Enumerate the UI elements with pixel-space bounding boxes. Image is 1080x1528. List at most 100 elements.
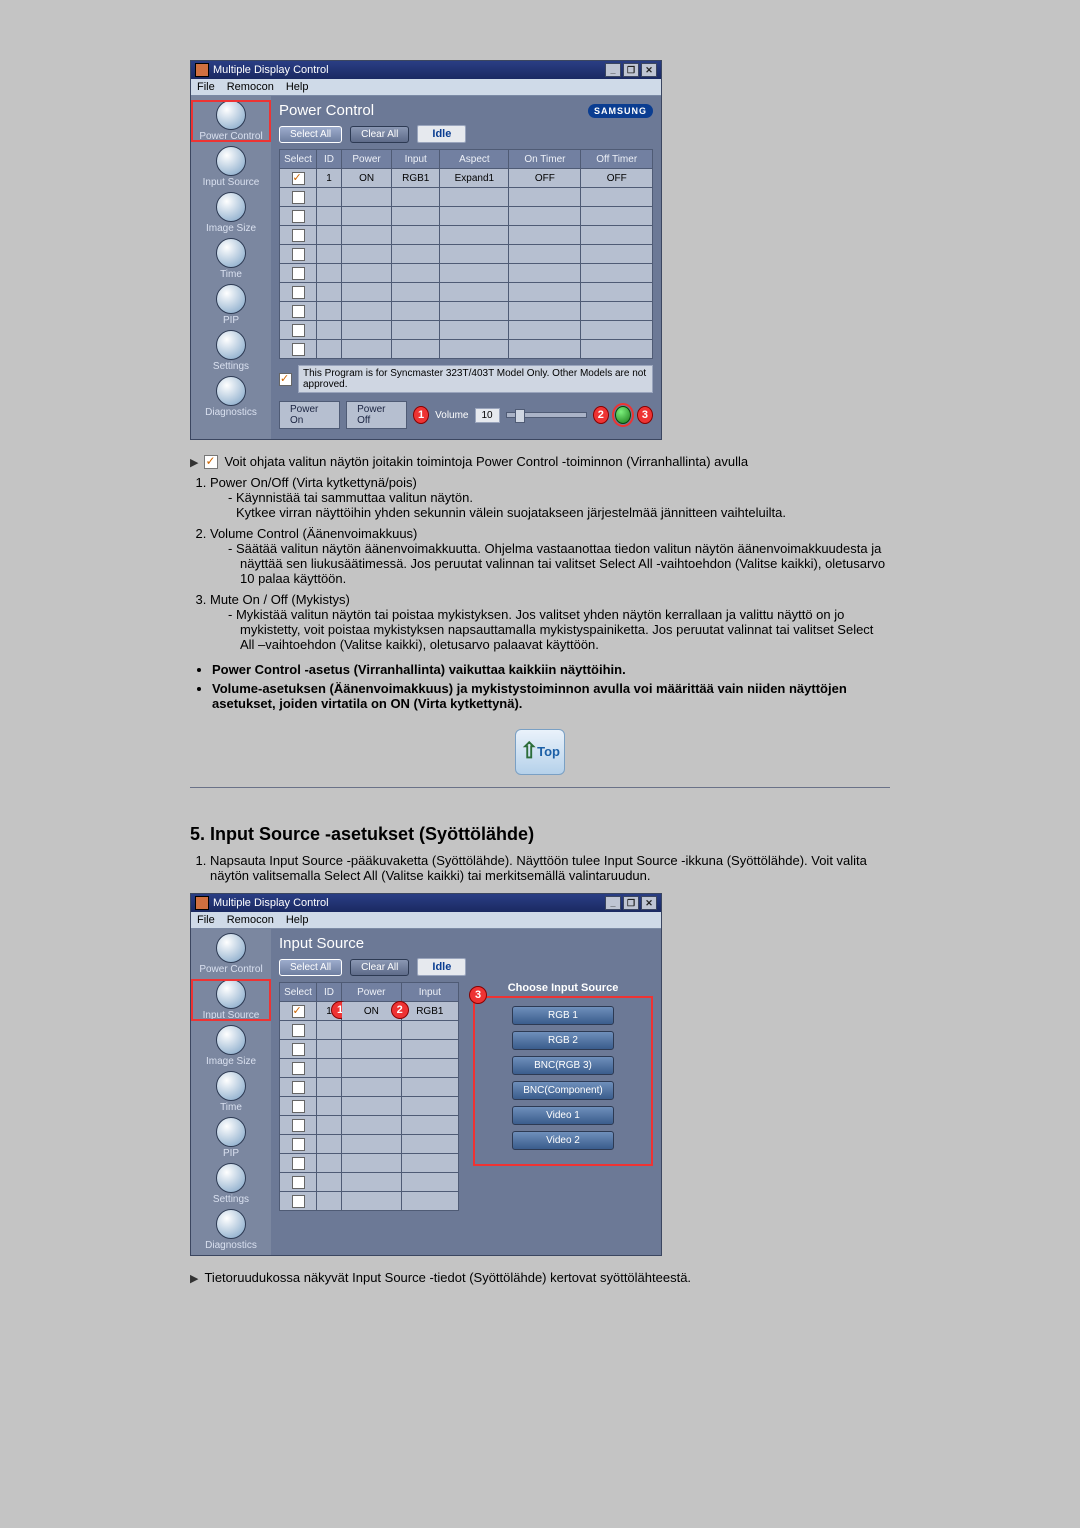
table-row[interactable] [280, 1192, 459, 1211]
bottom-bar: Power On Power Off 1 Volume 10 2 3 [279, 401, 653, 429]
close-button[interactable]: ✕ [641, 63, 657, 77]
clear-all-button[interactable]: Clear All [350, 126, 409, 143]
table-row[interactable] [280, 1173, 459, 1192]
table-row[interactable] [280, 245, 653, 264]
row-select-checkbox[interactable] [292, 1138, 305, 1151]
row-select-checkbox[interactable] [292, 1100, 305, 1113]
row-select-checkbox[interactable] [292, 1119, 305, 1132]
table-row[interactable] [280, 188, 653, 207]
pip-icon [216, 284, 246, 314]
sidebar-item-power-control[interactable]: Power Control [191, 933, 271, 975]
col-power: Power [342, 983, 402, 1002]
table-row[interactable] [280, 1040, 459, 1059]
input-source-rgb1[interactable]: RGB 1 [512, 1006, 614, 1025]
row-select-checkbox[interactable] [292, 1005, 305, 1018]
menubar: File Remocon Help [191, 79, 661, 96]
table-row[interactable] [280, 1021, 459, 1040]
maximize-button[interactable]: ❐ [623, 896, 639, 910]
time-icon [216, 238, 246, 268]
row-select-checkbox[interactable] [292, 286, 305, 299]
table-row[interactable] [280, 1078, 459, 1097]
main-pane: Power Control SAMSUNG Select All Clear A… [271, 96, 661, 439]
power-off-button[interactable]: Power Off [346, 401, 407, 429]
sidebar-item-input-source[interactable]: Input Source [191, 979, 271, 1021]
row-select-checkbox[interactable] [292, 1062, 305, 1075]
row-select-checkbox[interactable] [292, 229, 305, 242]
row-select-checkbox[interactable] [292, 1043, 305, 1056]
table-row[interactable] [280, 302, 653, 321]
table-row[interactable] [280, 264, 653, 283]
sidebar-item-pip[interactable]: PIP [191, 284, 271, 326]
brand-logo: SAMSUNG [588, 104, 653, 118]
row-select-checkbox[interactable] [292, 305, 305, 318]
table-row[interactable] [280, 207, 653, 226]
menu-file[interactable]: File [197, 81, 215, 93]
table-row[interactable] [280, 1154, 459, 1173]
menu-help[interactable]: Help [286, 81, 309, 93]
table-row[interactable] [280, 1135, 459, 1154]
sidebar-item-image-size[interactable]: Image Size [191, 192, 271, 234]
minimize-button[interactable]: _ [605, 63, 621, 77]
close-button[interactable]: ✕ [641, 896, 657, 910]
volume-slider[interactable] [506, 412, 587, 418]
menu-file[interactable]: File [197, 914, 215, 926]
row-select-checkbox[interactable] [292, 191, 305, 204]
menu-remocon[interactable]: Remocon [227, 914, 274, 926]
sidebar-item-image-size[interactable]: Image Size [191, 1025, 271, 1067]
input-source-video2[interactable]: Video 2 [512, 1131, 614, 1150]
select-all-button[interactable]: Select All [279, 959, 342, 976]
mute-button[interactable] [615, 406, 631, 424]
row-select-checkbox[interactable] [292, 210, 305, 223]
sidebar-item-settings[interactable]: Settings [191, 330, 271, 372]
input-source-video1[interactable]: Video 1 [512, 1106, 614, 1125]
row-select-checkbox[interactable] [292, 343, 305, 356]
menu-help[interactable]: Help [286, 914, 309, 926]
sidebar-item-settings[interactable]: Settings [191, 1163, 271, 1205]
col-aspect: Aspect [440, 150, 509, 169]
row-select-checkbox[interactable] [292, 1195, 305, 1208]
sidebar-item-diagnostics[interactable]: Diagnostics [191, 376, 271, 418]
input-source-bnc-component[interactable]: BNC(Component) [512, 1081, 614, 1100]
input-source-rgb2[interactable]: RGB 2 [512, 1031, 614, 1050]
row-select-checkbox[interactable] [292, 267, 305, 280]
input-source-bnc-rgb3[interactable]: BNC(RGB 3) [512, 1056, 614, 1075]
volume-value: 10 [475, 408, 500, 423]
table-row[interactable] [280, 226, 653, 245]
pip-icon [216, 1117, 246, 1147]
app-icon [195, 63, 209, 77]
top-link[interactable] [515, 729, 565, 775]
row-select-checkbox[interactable] [292, 1081, 305, 1094]
table-row[interactable] [280, 1059, 459, 1078]
row-select-checkbox[interactable] [292, 172, 305, 185]
sidebar-item-input-source[interactable]: Input Source [191, 146, 271, 188]
table-row[interactable]: 1 ON RGB1 Expand1 OFF OFF [280, 169, 653, 188]
table-row[interactable] [280, 283, 653, 302]
sidebar-item-power-control[interactable]: Power Control [191, 100, 271, 142]
sidebar-item-time[interactable]: Time [191, 238, 271, 280]
table-row[interactable] [280, 1116, 459, 1135]
bullet-list: Power Control -asetus (Virranhallinta) v… [190, 662, 890, 711]
sidebar-item-pip[interactable]: PIP [191, 1117, 271, 1159]
table-row[interactable] [280, 340, 653, 359]
row-select-checkbox[interactable] [292, 1024, 305, 1037]
table-row[interactable] [280, 321, 653, 340]
menu-remocon[interactable]: Remocon [227, 81, 274, 93]
section-heading: 5. Input Source -asetukset (Syöttölähde) [190, 824, 890, 845]
table-row[interactable]: 11 ON2 RGB1 [280, 1002, 459, 1021]
row-select-checkbox[interactable] [292, 248, 305, 261]
power-icon [216, 100, 246, 130]
minimize-button[interactable]: _ [605, 896, 621, 910]
sidebar-item-time[interactable]: Time [191, 1071, 271, 1113]
power-on-button[interactable]: Power On [279, 401, 340, 429]
row-select-checkbox[interactable] [292, 1176, 305, 1189]
note-checkbox[interactable] [279, 373, 292, 386]
select-all-button[interactable]: Select All [279, 126, 342, 143]
table-row[interactable] [280, 1097, 459, 1116]
menubar: File Remocon Help [191, 912, 661, 929]
sidebar-item-diagnostics[interactable]: Diagnostics [191, 1209, 271, 1251]
maximize-button[interactable]: ❐ [623, 63, 639, 77]
row-select-checkbox[interactable] [292, 324, 305, 337]
callout-2: 2 [593, 406, 609, 424]
clear-all-button[interactable]: Clear All [350, 959, 409, 976]
row-select-checkbox[interactable] [292, 1157, 305, 1170]
